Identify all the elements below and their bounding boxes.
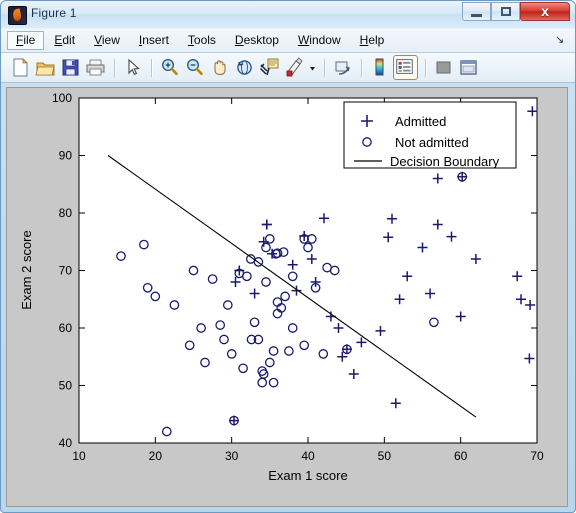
toolbar-separator [151, 58, 153, 77]
plot-legend[interactable]: Admitted Not admitted Decision Boundary [343, 101, 517, 169]
brush-dropdown-icon[interactable] [308, 56, 317, 79]
hide-plot-tools-icon[interactable] [432, 56, 455, 79]
window-title: Figure 1 [31, 6, 77, 20]
menu-help[interactable]: Help [351, 31, 394, 50]
close-button[interactable]: x [520, 2, 570, 21]
zoom-in-icon[interactable] [158, 56, 181, 79]
menu-view[interactable]: View [85, 31, 129, 50]
new-figure-icon[interactable] [9, 56, 32, 79]
save-figure-icon[interactable] [59, 56, 82, 79]
open-file-icon[interactable] [34, 56, 57, 79]
matlab-icon [8, 6, 27, 25]
menu-edit[interactable]: Edit [45, 31, 84, 50]
svg-text:80: 80 [59, 206, 73, 220]
legend-icon[interactable] [393, 55, 418, 80]
zoom-out-icon[interactable] [183, 56, 206, 79]
minimize-icon [471, 14, 482, 17]
edit-plot-arrow-icon[interactable] [121, 56, 144, 79]
svg-text:90: 90 [59, 149, 73, 163]
legend-label-decision-boundary: Decision Boundary [390, 154, 500, 169]
menu-bar: File Edit View Insert Tools Desktop Wind… [1, 28, 575, 53]
toolbar-separator [425, 58, 427, 77]
svg-text:50: 50 [378, 449, 392, 463]
toolbar-separator [361, 58, 363, 77]
toolbar [1, 53, 575, 83]
title-bar: Figure 1 x [1, 1, 575, 28]
maximize-icon [501, 7, 511, 16]
data-cursor-icon[interactable] [258, 56, 281, 79]
toolbar-separator [324, 58, 326, 77]
matlab-figure-window: Figure 1 x File Edit View Insert Tools D… [0, 0, 576, 513]
svg-text:20: 20 [149, 449, 163, 463]
svg-text:40: 40 [59, 436, 73, 450]
scatter-plot[interactable]: 10 20 30 40 50 60 70 40 50 60 70 80 90 100 Exam 1 sc… [7, 88, 567, 506]
legend-label-not-admitted: Not admitted [395, 135, 469, 150]
print-figure-icon[interactable] [84, 56, 107, 79]
show-plot-tools-icon[interactable] [457, 56, 480, 79]
maximize-button[interactable] [491, 2, 520, 21]
menu-file[interactable]: File [7, 31, 45, 50]
svg-text:10: 10 [72, 449, 86, 463]
menu-tools[interactable]: Tools [179, 31, 225, 50]
x-axis-label: Exam 1 score [268, 468, 347, 483]
svg-text:30: 30 [225, 449, 239, 463]
legend-label-admitted: Admitted [395, 114, 446, 129]
svg-text:50: 50 [59, 379, 73, 393]
svg-text:40: 40 [301, 449, 315, 463]
dock-arrow-icon[interactable]: ↘ [555, 34, 567, 46]
svg-text:60: 60 [59, 321, 73, 335]
svg-text:70: 70 [59, 264, 73, 278]
svg-text:100: 100 [52, 91, 72, 105]
minimize-button[interactable] [462, 2, 491, 21]
menu-window[interactable]: Window [289, 31, 350, 50]
svg-text:60: 60 [454, 449, 468, 463]
figure-canvas[interactable]: 10 20 30 40 50 60 70 40 50 60 70 80 90 100 Exam 1 sc… [6, 87, 568, 507]
menu-desktop[interactable]: Desktop [226, 31, 288, 50]
brush-icon[interactable] [283, 56, 306, 79]
svg-text:70: 70 [530, 449, 544, 463]
colorbar-icon[interactable] [368, 56, 391, 79]
rotate-3d-icon[interactable] [233, 56, 256, 79]
link-plot-icon[interactable] [331, 56, 354, 79]
y-axis-label: Exam 2 score [19, 230, 34, 309]
menu-insert[interactable]: Insert [130, 31, 178, 50]
toolbar-separator [114, 58, 116, 77]
pan-hand-icon[interactable] [208, 56, 231, 79]
